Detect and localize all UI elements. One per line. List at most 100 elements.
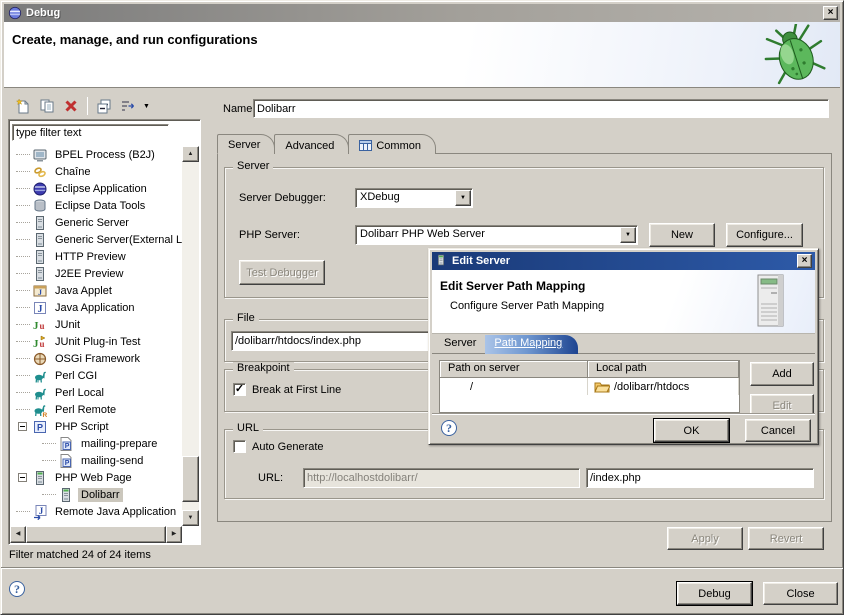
tree-guide [16, 205, 30, 206]
tree-item-perl-local[interactable]: Perl Local [10, 384, 182, 401]
configurations-tree-panel: BPEL Process (B2J) ChaîneEclipse Applicat… [8, 119, 201, 545]
tree-item-bpel-process-b2j-[interactable]: BPEL Process (B2J) [10, 146, 182, 163]
svg-text:J: J [33, 320, 39, 332]
tab-common[interactable]: Common [348, 134, 436, 154]
scroll-down-icon[interactable]: ▼ [182, 510, 199, 526]
tab-advanced[interactable]: Advanced [274, 134, 349, 154]
vertical-scroll-thumb[interactable] [182, 456, 199, 502]
tree-guide [16, 239, 30, 240]
tree-item-php-web-page[interactable]: PHP Web Page [10, 469, 182, 486]
tree-item-label: Generic Server [52, 216, 132, 230]
server-icon [32, 266, 48, 282]
revert-button[interactable]: Revert [748, 527, 824, 550]
duplicate-icon[interactable] [35, 95, 59, 117]
tree-item-dolibarr[interactable]: Dolibarr [10, 486, 182, 503]
svg-text:P: P [37, 422, 43, 432]
new-server-button[interactable]: New [649, 223, 715, 247]
bpel-icon [32, 147, 48, 163]
server-icon [32, 232, 48, 248]
tree-item-junit[interactable]: JuJUnit [10, 316, 182, 333]
filter-icon[interactable] [116, 95, 140, 117]
tree-item-eclipse-data-tools[interactable]: Eclipse Data Tools [10, 197, 182, 214]
path-mapping-table[interactable]: Path on server Local path / /dolibarr/ht… [439, 360, 740, 413]
column-path-on-server[interactable]: Path on server [440, 361, 588, 378]
new-config-icon[interactable] [11, 95, 35, 117]
scroll-up-icon[interactable]: ▲ [182, 146, 199, 162]
tree-item-perl-cgi[interactable]: Perl CGI [10, 367, 182, 384]
toolbar-separator [87, 97, 88, 115]
server-icon [32, 215, 48, 231]
tree-item-java-applet[interactable]: JJava Applet [10, 282, 182, 299]
debug-button[interactable]: Debug [677, 582, 752, 605]
server-green-icon [32, 470, 48, 486]
tree-item-j2ee-preview[interactable]: J2EE Preview [10, 265, 182, 282]
dialog-close-button[interactable]: × [797, 254, 812, 268]
window-titlebar[interactable]: Debug × [4, 4, 840, 22]
tab-server[interactable]: Server [217, 134, 275, 154]
tree-item-label: BPEL Process (B2J) [52, 148, 158, 162]
scroll-right-icon[interactable]: ▶ [166, 526, 182, 543]
tree-item-label: PHP Web Page [52, 471, 135, 485]
scroll-left-icon[interactable]: ◀ [10, 526, 26, 543]
help-icon[interactable]: ? [9, 581, 25, 597]
filter-input[interactable] [12, 124, 169, 141]
cancel-button[interactable]: Cancel [745, 419, 811, 442]
horizontal-scroll-thumb[interactable] [26, 526, 166, 543]
php-server-select[interactable]: Dolibarr PHP Web Server ▼ [355, 225, 638, 245]
edit-mapping-button[interactable]: Edit [750, 394, 814, 413]
auto-generate-checkbox[interactable] [233, 440, 246, 453]
url-path-input[interactable] [586, 468, 814, 488]
tree-item-perl-remote[interactable]: RPerl Remote [10, 401, 182, 418]
ok-button[interactable]: OK [654, 419, 729, 442]
tree-item-generic-server-external-la[interactable]: Generic Server(External La [10, 231, 182, 248]
collapse-expander-icon[interactable] [18, 422, 27, 431]
tree-horizontal-scrollbar[interactable]: ◀ ▶ [10, 526, 182, 543]
dialog-titlebar[interactable]: Edit Server × [432, 252, 815, 270]
tree-item-http-preview[interactable]: HTTP Preview [10, 248, 182, 265]
dialog-help-icon[interactable]: ? [441, 420, 457, 436]
tree-guide [42, 460, 56, 461]
apply-button[interactable]: Apply [667, 527, 743, 550]
tree-item-java-application[interactable]: JJava Application [10, 299, 182, 316]
tree-item-label: OSGi Framework [52, 352, 143, 366]
tab-path-mapping[interactable]: Path Mapping [485, 335, 578, 354]
table-row[interactable]: / /dolibarr/htdocs [440, 378, 739, 395]
url-base-input[interactable] [303, 468, 580, 488]
collapse-all-icon[interactable] [92, 95, 116, 117]
tree-item-mailing-prepare[interactable]: Pmailing-prepare [10, 435, 182, 452]
tree-item-osgi-framework[interactable]: OSGi Framework [10, 350, 182, 367]
tree-item-junit-plug-in-test[interactable]: JuJUnit Plug-in Test [10, 333, 182, 350]
tree-vertical-scrollbar[interactable]: ▲ ▼ [182, 146, 199, 526]
configure-server-button[interactable]: Configure... [726, 223, 803, 247]
tree-item-cha-ne[interactable]: Chaîne [10, 163, 182, 180]
add-mapping-button[interactable]: Add [750, 362, 814, 386]
chevron-down-icon[interactable]: ▼ [455, 190, 471, 206]
tree-item-php-script[interactable]: PPHP Script [10, 418, 182, 435]
debug-configurations-window: Debug × Create, manage, and run configur… [0, 0, 844, 615]
eclipse-logo-icon [8, 6, 22, 20]
tree-guide [16, 290, 30, 291]
tree-item-label: JUnit Plug-in Test [52, 335, 143, 349]
column-local-path[interactable]: Local path [588, 361, 739, 378]
collapse-expander-icon[interactable] [18, 473, 27, 482]
tree-item-mailing-send[interactable]: Pmailing-send [10, 452, 182, 469]
test-debugger-button[interactable]: Test Debugger [239, 260, 325, 285]
tree-item-remote-java-application[interactable]: JRemote Java Application [10, 503, 182, 520]
tree-guide [16, 511, 30, 512]
tree-item-eclipse-application[interactable]: Eclipse Application [10, 180, 182, 197]
tree-item-label: Chaîne [52, 165, 93, 179]
osgi-icon [32, 351, 48, 367]
tree-item-generic-server[interactable]: Generic Server [10, 214, 182, 231]
window-close-button[interactable]: × [823, 6, 838, 20]
break-first-line-checkbox[interactable]: ✓ [233, 383, 246, 396]
tab-server-settings[interactable]: Server [435, 335, 485, 354]
server-debugger-select[interactable]: XDebug ▼ [355, 188, 473, 208]
name-label: Name: [223, 103, 255, 115]
name-input[interactable] [253, 99, 829, 118]
tree-guide [16, 222, 30, 223]
delete-icon[interactable] [59, 95, 83, 117]
menu-dropdown-icon[interactable]: ▼ [140, 103, 153, 110]
chevron-down-icon[interactable]: ▼ [620, 227, 636, 243]
auto-generate-label: Auto Generate [252, 441, 324, 453]
close-button[interactable]: Close [763, 582, 838, 605]
